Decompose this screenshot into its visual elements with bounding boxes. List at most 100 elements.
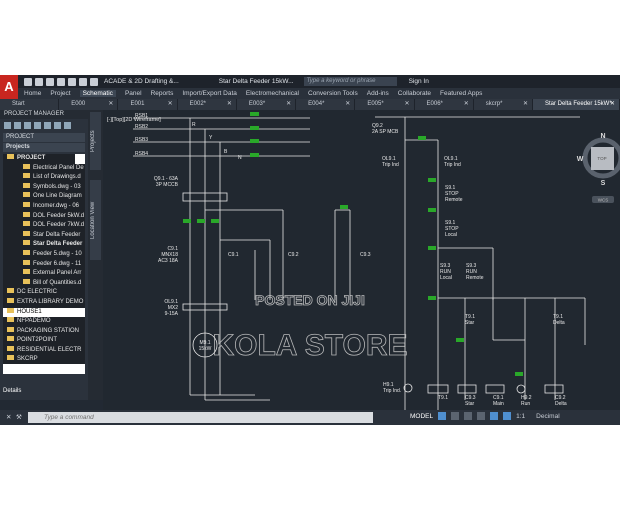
grid-icon[interactable] xyxy=(438,412,447,420)
tree-project-root[interactable]: PROJECT xyxy=(3,154,85,164)
tree-drawing-item[interactable]: External Panel Arr xyxy=(3,269,85,279)
document-tab[interactable]: Star Delta Feeder 15kW* ✕ xyxy=(532,99,620,110)
lineweight-icon[interactable] xyxy=(503,412,512,420)
ortho-icon[interactable] xyxy=(464,412,473,420)
annotation-scale[interactable]: 1:1 xyxy=(516,413,525,420)
close-tab-icon[interactable]: ✕ xyxy=(464,99,469,110)
document-tab[interactable]: skcrp* ✕ xyxy=(474,99,533,110)
tree-drawing-item[interactable]: List of Drawings.d xyxy=(3,173,85,183)
document-tab[interactable]: E004* ✕ xyxy=(296,99,356,110)
tree-drawing-item[interactable]: One Line Diagram xyxy=(3,192,85,202)
watermark-line-1: POSTED ON JIJI xyxy=(255,292,365,308)
tree-project-folder[interactable]: RESIDENTIAL ELECTR xyxy=(3,346,85,356)
tree-drawing-item[interactable]: DOL Feeder 5kW.d xyxy=(3,212,85,222)
tree-drawing-item[interactable]: Symbols.dwg - 03 xyxy=(3,183,85,193)
document-tab[interactable]: E003* ✕ xyxy=(237,99,297,110)
tree-drawing-item[interactable]: DOL Feeder 7kW.d xyxy=(3,221,85,231)
projects-dropdown[interactable]: Projects xyxy=(3,143,85,152)
project-dropdown[interactable]: PROJECT xyxy=(3,133,85,142)
document-tab-label: Star Delta Feeder 15kW* xyxy=(544,101,612,107)
document-tab[interactable]: E006* ✕ xyxy=(415,99,474,110)
tree-drawing-item[interactable]: Electrical Panel De xyxy=(3,164,85,174)
tree-project-folder[interactable]: POINT2POINT xyxy=(3,336,85,346)
ribbon-tab-conversion-tools[interactable]: Conversion Tools xyxy=(308,90,358,97)
document-tab[interactable]: E002* ✕ xyxy=(178,99,237,110)
ribbon-tab-reports[interactable]: Reports xyxy=(151,90,174,97)
ribbon-tab-panel[interactable]: Panel xyxy=(125,90,142,97)
redo-icon[interactable] xyxy=(90,77,98,86)
osnap-icon[interactable] xyxy=(490,412,499,420)
close-tab-icon[interactable]: ✕ xyxy=(168,99,173,110)
sign-in-button[interactable]: Sign In xyxy=(409,78,429,85)
horizontal-scrollbar[interactable] xyxy=(3,364,85,374)
viewcube-top[interactable]: TOP xyxy=(597,156,606,161)
ribbon-tab-collaborate[interactable]: Collaborate xyxy=(398,90,431,97)
tree-project-folder[interactable]: EXTRA LIBRARY DEMO xyxy=(3,298,85,308)
snap-icon[interactable] xyxy=(451,412,460,420)
close-tab-icon[interactable]: ✕ xyxy=(523,99,528,110)
save-as-icon[interactable] xyxy=(57,77,65,86)
command-input[interactable]: Type a command xyxy=(28,412,373,423)
details-label[interactable]: Details xyxy=(3,388,21,394)
coil-label: T9.1 xyxy=(438,395,448,401)
new-project-icon[interactable] xyxy=(14,122,21,129)
document-title: Star Delta Feeder 15kW... xyxy=(218,78,294,85)
plot-icon[interactable] xyxy=(68,77,76,86)
tree-project-folder[interactable]: HOUSE1 xyxy=(3,307,85,318)
trip-contact-label: Trip Ind xyxy=(382,162,399,168)
tree-drawing-item[interactable]: Feeder 5.dwg - 10 xyxy=(3,250,85,260)
ribbon-tab-add-ins[interactable]: Add-ins xyxy=(367,90,389,97)
customize-icon[interactable]: ⚒ xyxy=(16,413,22,421)
tree-drawing-item[interactable]: Star Delta Feeder xyxy=(3,240,85,250)
close-command-icon[interactable]: ✕ xyxy=(6,413,11,421)
wcs-menu[interactable]: WCS xyxy=(598,198,609,203)
ribbon-tab-schematic[interactable]: Schematic xyxy=(79,90,116,97)
document-tabs: Start E000 ✕ E001 ✕ E002* ✕ E003* ✕ E004* ✕ E005* ✕ E… xyxy=(0,99,620,110)
new-drawing-icon[interactable] xyxy=(24,122,31,129)
document-tab[interactable]: Start xyxy=(0,99,60,110)
tree-drawing-item[interactable]: Feeder 6.dwg - 11 xyxy=(3,260,85,270)
search-input[interactable]: Type a keyword or phrase xyxy=(303,77,397,86)
ribbon-tab-featured-apps[interactable]: Featured Apps xyxy=(440,90,482,97)
viewport-controls-label[interactable]: [-][Top][2D Wireframe] xyxy=(107,117,161,123)
close-tab-icon[interactable]: ✕ xyxy=(108,99,113,110)
tree-drawing-item[interactable]: Bill of Quantities.d xyxy=(3,279,85,289)
viewcube[interactable]: TOP N S W WCS xyxy=(577,133,620,203)
publish-icon[interactable] xyxy=(54,122,61,129)
close-tab-icon[interactable]: ✕ xyxy=(405,99,410,110)
app-menu-button[interactable]: A xyxy=(0,75,18,99)
save-icon[interactable] xyxy=(46,77,54,86)
tree-drawing-item[interactable]: Incomer.dwg - 06 xyxy=(3,202,85,212)
ribbon-tab-project[interactable]: Project xyxy=(50,90,70,97)
close-tab-icon[interactable]: ✕ xyxy=(610,99,615,110)
open-icon[interactable] xyxy=(35,77,43,86)
tab-location-view[interactable]: Location View xyxy=(90,180,101,260)
tree-drawing-item[interactable]: Star Delta Feeder xyxy=(3,231,85,241)
open-project-icon[interactable] xyxy=(4,122,11,129)
undo-icon[interactable] xyxy=(79,77,87,86)
project-tree: PROJECT Electrical Panel De List of Drawin… xyxy=(3,154,85,374)
vertical-scrollbar[interactable] xyxy=(75,154,85,164)
drawing-canvas[interactable]: R Y B N RSB1 RSB2 RSB3 RSB4 Q9.1 - 63A 3P MCCB C9.… xyxy=(103,110,620,410)
workspace-dropdown[interactable]: ACADE & 2D Drafting &... xyxy=(104,78,179,85)
document-tab[interactable]: E005* ✕ xyxy=(355,99,415,110)
tree-project-folder[interactable]: PACKAGING STATION xyxy=(3,327,85,337)
tree-project-folder[interactable]: NFPADEMO xyxy=(3,317,85,327)
ribbon-tab-electromechanical[interactable]: Electromechanical xyxy=(246,90,299,97)
document-tab[interactable]: E001 ✕ xyxy=(118,99,178,110)
tree-project-folder[interactable]: DC ELECTRIC xyxy=(3,288,85,298)
ribbon-tab-home[interactable]: Home xyxy=(24,90,41,97)
units-dropdown[interactable]: Decimal xyxy=(536,413,559,420)
ribbon-tab-import-export-data[interactable]: Import/Export Data xyxy=(182,90,237,97)
close-tab-icon[interactable]: ✕ xyxy=(345,99,350,110)
settings-icon[interactable] xyxy=(64,122,71,129)
refresh-icon[interactable] xyxy=(34,122,41,129)
new-icon[interactable] xyxy=(24,77,32,86)
close-tab-icon[interactable]: ✕ xyxy=(227,99,232,110)
polar-icon[interactable] xyxy=(477,412,486,420)
document-tab[interactable]: E000 ✕ xyxy=(59,99,119,110)
close-tab-icon[interactable]: ✕ xyxy=(286,99,291,110)
properties-icon[interactable] xyxy=(44,122,51,129)
tab-projects[interactable]: Projects xyxy=(90,112,101,170)
model-space-button[interactable]: MODEL xyxy=(410,413,433,420)
